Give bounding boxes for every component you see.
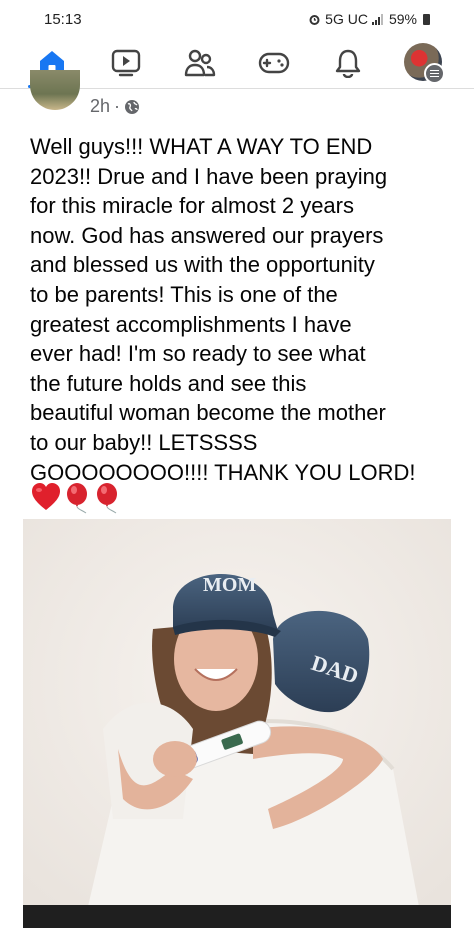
bell-icon [335, 49, 361, 78]
post-author-avatar[interactable] [30, 70, 80, 110]
nav-gaming[interactable] [244, 40, 304, 86]
nav-profile-menu[interactable] [404, 43, 445, 84]
battery-icon [423, 13, 430, 25]
friends-icon [184, 49, 216, 77]
video-icon [111, 49, 141, 77]
post-photo[interactable]: DAD MOM [23, 519, 451, 928]
meta-separator: · [114, 96, 121, 116]
red-balloon-icon [97, 483, 117, 514]
nav-video[interactable] [96, 40, 156, 86]
post-meta: 2h · [90, 96, 140, 117]
photo-illustration: DAD MOM [23, 519, 451, 928]
photo-bottom-bar [23, 905, 451, 928]
emoji-row [30, 482, 122, 514]
status-indicators: 5G UC 59% [308, 11, 430, 27]
battery-label: 59% [388, 11, 417, 27]
post-time[interactable]: 2h [90, 96, 110, 117]
nav-friends[interactable] [170, 40, 230, 86]
red-balloon-icon [67, 483, 87, 514]
nav-notifications[interactable] [318, 40, 378, 86]
signal-icon [371, 13, 383, 25]
status-time: 15:13 [44, 11, 82, 28]
cap-mom-text: MOM [203, 574, 256, 596]
status-bar: 15:13 5G UC 59% [0, 0, 474, 40]
gaming-icon [258, 52, 290, 74]
post-text: Well guys!!! WHAT A WAY TO END 2023!! Dr… [30, 134, 416, 485]
network-label: 5G UC [325, 11, 368, 27]
globe-icon[interactable] [124, 99, 140, 115]
red-heart-icon [32, 483, 60, 510]
alarm-icon [309, 14, 320, 25]
menu-icon [424, 63, 445, 84]
